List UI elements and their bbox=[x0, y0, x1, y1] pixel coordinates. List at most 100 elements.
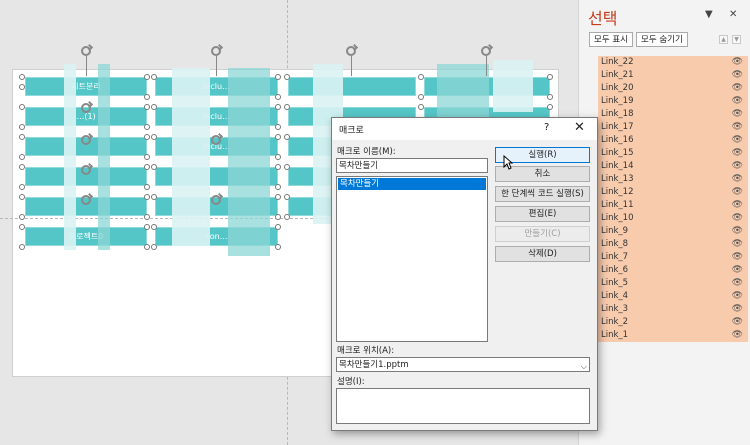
eye-icon[interactable]: 👁 bbox=[732, 264, 743, 277]
help-icon[interactable]: ? bbox=[544, 122, 549, 133]
rotation-handle-icon[interactable] bbox=[211, 195, 221, 205]
selection-item[interactable]: Link_7 👁 bbox=[598, 251, 748, 264]
selection-item[interactable]: Link_15 👁 bbox=[598, 147, 748, 160]
edit-button[interactable]: 편집(E) bbox=[495, 206, 590, 222]
rotation-handle-icon[interactable] bbox=[81, 195, 91, 205]
macro-list[interactable]: 목차만들기 bbox=[336, 176, 488, 342]
resize-handle[interactable] bbox=[284, 134, 290, 140]
resize-handle[interactable] bbox=[275, 74, 281, 80]
resize-handle[interactable] bbox=[19, 244, 25, 250]
resize-handle[interactable] bbox=[284, 214, 290, 220]
resize-handle[interactable] bbox=[144, 164, 150, 170]
show-all-button[interactable]: 모두 표시 bbox=[589, 32, 633, 47]
step-into-button[interactable]: 한 단계씩 코드 실행(S) bbox=[495, 186, 590, 202]
resize-handle[interactable] bbox=[144, 134, 150, 140]
resize-handle[interactable] bbox=[284, 104, 290, 110]
rotation-handle-icon[interactable] bbox=[81, 135, 91, 145]
eye-icon[interactable]: 👁 bbox=[732, 173, 743, 186]
macro-list-item[interactable]: 목차만들기 bbox=[338, 178, 486, 190]
description-field[interactable] bbox=[336, 388, 590, 424]
resize-handle[interactable] bbox=[151, 104, 157, 110]
resize-handle[interactable] bbox=[19, 104, 25, 110]
close-icon[interactable]: ✕ bbox=[729, 9, 737, 20]
dialog-titlebar[interactable]: 매크로 ? ✕ bbox=[332, 118, 597, 140]
resize-handle[interactable] bbox=[284, 74, 290, 80]
selection-item[interactable]: Link_12 👁 bbox=[598, 186, 748, 199]
resize-handle[interactable] bbox=[144, 124, 150, 130]
eye-icon[interactable]: 👁 bbox=[732, 199, 743, 212]
resize-handle[interactable] bbox=[144, 244, 150, 250]
resize-handle[interactable] bbox=[275, 94, 281, 100]
link-shape[interactable]: 프로젝트0 bbox=[25, 227, 147, 246]
resize-handle[interactable] bbox=[547, 104, 553, 110]
resize-handle[interactable] bbox=[284, 164, 290, 170]
eye-icon[interactable]: 👁 bbox=[732, 108, 743, 121]
resize-handle[interactable] bbox=[275, 244, 281, 250]
resize-handle[interactable] bbox=[151, 224, 157, 230]
resize-handle[interactable] bbox=[151, 244, 157, 250]
resize-handle[interactable] bbox=[19, 84, 25, 90]
eye-icon[interactable]: 👁 bbox=[732, 290, 743, 303]
eye-icon[interactable]: 👁 bbox=[732, 82, 743, 95]
resize-handle[interactable] bbox=[547, 74, 553, 80]
eye-icon[interactable]: 👁 bbox=[732, 186, 743, 199]
resize-handle[interactable] bbox=[418, 104, 424, 110]
selection-item[interactable]: Link_3 👁 bbox=[598, 303, 748, 316]
resize-handle[interactable] bbox=[144, 104, 150, 110]
selection-item[interactable]: Link_9 👁 bbox=[598, 225, 748, 238]
rotation-handle-icon[interactable] bbox=[211, 135, 221, 145]
eye-icon[interactable]: 👁 bbox=[732, 160, 743, 173]
eye-icon[interactable]: 👁 bbox=[732, 316, 743, 329]
eye-icon[interactable]: 👁 bbox=[732, 134, 743, 147]
resize-handle[interactable] bbox=[19, 214, 25, 220]
resize-handle[interactable] bbox=[275, 134, 281, 140]
macro-location-select[interactable]: 목차만들기1.pptm ⌵ bbox=[336, 357, 590, 372]
resize-handle[interactable] bbox=[275, 224, 281, 230]
selection-item[interactable]: Link_13 👁 bbox=[598, 173, 748, 186]
selection-item[interactable]: Link_11 👁 bbox=[598, 199, 748, 212]
resize-handle[interactable] bbox=[144, 154, 150, 160]
resize-handle[interactable] bbox=[144, 74, 150, 80]
eye-icon[interactable]: 👁 bbox=[732, 251, 743, 264]
resize-handle[interactable] bbox=[144, 214, 150, 220]
eye-icon[interactable]: 👁 bbox=[732, 329, 743, 342]
resize-handle[interactable] bbox=[144, 184, 150, 190]
eye-icon[interactable]: 👁 bbox=[732, 121, 743, 134]
eye-icon[interactable]: 👁 bbox=[732, 277, 743, 290]
rotation-handle-icon[interactable] bbox=[81, 103, 91, 113]
resize-handle[interactable] bbox=[144, 94, 150, 100]
eye-icon[interactable]: 👁 bbox=[732, 212, 743, 225]
selection-item[interactable]: Link_17 👁 bbox=[598, 121, 748, 134]
resize-handle[interactable] bbox=[151, 74, 157, 80]
rotation-handle-icon[interactable] bbox=[81, 165, 91, 175]
eye-icon[interactable]: 👁 bbox=[732, 95, 743, 108]
chevron-down-icon[interactable]: ▼ bbox=[705, 9, 713, 20]
resize-handle[interactable] bbox=[275, 194, 281, 200]
resize-handle[interactable] bbox=[19, 224, 25, 230]
resize-handle[interactable] bbox=[275, 184, 281, 190]
selection-item[interactable]: Link_4 👁 bbox=[598, 290, 748, 303]
selection-item[interactable]: Link_14 👁 bbox=[598, 160, 748, 173]
eye-icon[interactable]: 👁 bbox=[732, 147, 743, 160]
resize-handle[interactable] bbox=[151, 134, 157, 140]
resize-handle[interactable] bbox=[144, 194, 150, 200]
move-down-icon[interactable]: ▼ bbox=[732, 35, 741, 44]
move-up-icon[interactable]: ▲ bbox=[719, 35, 728, 44]
resize-handle[interactable] bbox=[151, 194, 157, 200]
selection-item[interactable]: Link_8 👁 bbox=[598, 238, 748, 251]
resize-handle[interactable] bbox=[284, 194, 290, 200]
close-icon[interactable]: ✕ bbox=[574, 120, 585, 135]
eye-icon[interactable]: 👁 bbox=[732, 69, 743, 82]
hide-all-button[interactable]: 모두 숨기기 bbox=[636, 32, 688, 47]
selection-item[interactable]: Link_18 👁 bbox=[598, 108, 748, 121]
link-shape[interactable]: 시트분리 bbox=[25, 77, 147, 96]
selection-item[interactable]: Link_16 👁 bbox=[598, 134, 748, 147]
resize-handle[interactable] bbox=[275, 164, 281, 170]
resize-handle[interactable] bbox=[275, 214, 281, 220]
rotation-handle-icon[interactable] bbox=[481, 46, 491, 56]
rotation-handle-icon[interactable] bbox=[346, 46, 356, 56]
resize-handle[interactable] bbox=[275, 124, 281, 130]
resize-handle[interactable] bbox=[418, 74, 424, 80]
resize-handle[interactable] bbox=[151, 164, 157, 170]
eye-icon[interactable]: 👁 bbox=[732, 225, 743, 238]
